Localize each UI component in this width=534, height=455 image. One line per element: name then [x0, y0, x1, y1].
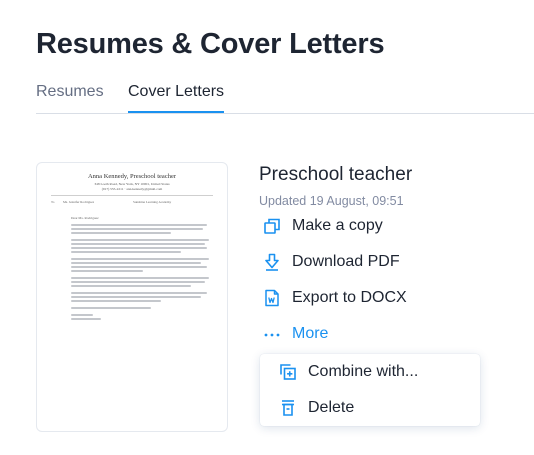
preview-contact-line-1: 348 Loeth Road, New York, NY 10001, Unit…	[94, 182, 170, 186]
combine-icon	[278, 362, 298, 382]
download-icon	[262, 252, 282, 272]
preview-text-line	[71, 277, 209, 279]
preview-meta-to: To	[51, 200, 55, 204]
tab-resumes-label: Resumes	[36, 83, 104, 100]
more-options-label: More	[292, 325, 329, 342]
preview-name: Anna Kennedy, Preschool teacher	[87, 173, 177, 180]
make-copy-label: Make a copy	[292, 217, 383, 234]
preview-text-line	[71, 281, 205, 283]
document-preview-thumbnail[interactable]: Anna Kennedy, Preschool teacher 348 Loet…	[36, 162, 228, 432]
preview-text-line	[71, 285, 191, 287]
preview-divider	[51, 195, 213, 196]
trash-icon	[278, 398, 298, 418]
export-docx-label: Export to DOCX	[292, 289, 407, 306]
document-title: Preschool teacher	[259, 164, 413, 185]
preview-text-line	[71, 251, 181, 253]
download-pdf-button[interactable]: Download PDF	[262, 249, 400, 275]
preview-text-line	[71, 300, 161, 302]
preview-text-line	[71, 258, 209, 260]
make-copy-button[interactable]: Make a copy	[262, 213, 383, 239]
tab-bar: Resumes Cover Letters	[36, 82, 534, 114]
active-tab-indicator	[128, 111, 225, 113]
preview-text-line	[71, 296, 201, 298]
tab-cover-letters[interactable]: Cover Letters	[128, 82, 225, 113]
preview-text-line	[71, 314, 93, 316]
preview-meta-recipient: Ms. Jennifer Rodriguez	[63, 200, 95, 204]
word-doc-icon	[262, 288, 282, 308]
preview-contact-line-2: (917) 555-2211 · ann.kennedy@gmail.com	[101, 187, 163, 191]
combine-with-label: Combine with...	[308, 363, 419, 380]
more-dots-icon	[262, 324, 282, 344]
preview-text-line	[71, 224, 207, 226]
preview-text-line	[71, 247, 207, 249]
tab-resumes[interactable]: Resumes	[36, 82, 104, 102]
preview-text-line	[71, 228, 203, 230]
download-pdf-label: Download PDF	[292, 253, 400, 270]
more-options-button[interactable]: More	[262, 321, 328, 347]
document-updated-timestamp: Updated 19 August, 09:51	[259, 194, 404, 208]
preview-text-line	[71, 270, 143, 272]
preview-text-line	[71, 307, 151, 309]
combine-with-menu-item[interactable]: Combine with...	[260, 355, 480, 389]
preview-text-line	[71, 318, 101, 320]
preview-text-line	[71, 262, 201, 264]
preview-text-line	[71, 243, 205, 245]
preview-text-line	[71, 232, 171, 234]
export-docx-button[interactable]: Export to DOCX	[262, 285, 407, 311]
delete-label: Delete	[308, 399, 355, 416]
preview-meta-company: Sunshine Learning Academy	[133, 200, 172, 204]
tab-cover-letters-label: Cover Letters	[128, 83, 225, 100]
preview-text-line	[71, 239, 209, 241]
copy-icon	[262, 216, 282, 236]
more-options-menu: Combine with... Delete	[260, 354, 480, 426]
delete-menu-item[interactable]: Delete	[260, 391, 480, 425]
page-title: Resumes & Cover Letters	[36, 28, 385, 60]
preview-text-line	[71, 292, 207, 294]
preview-salutation: Dear Ms. Rodriguez	[71, 216, 99, 220]
preview-text-line	[71, 266, 207, 268]
